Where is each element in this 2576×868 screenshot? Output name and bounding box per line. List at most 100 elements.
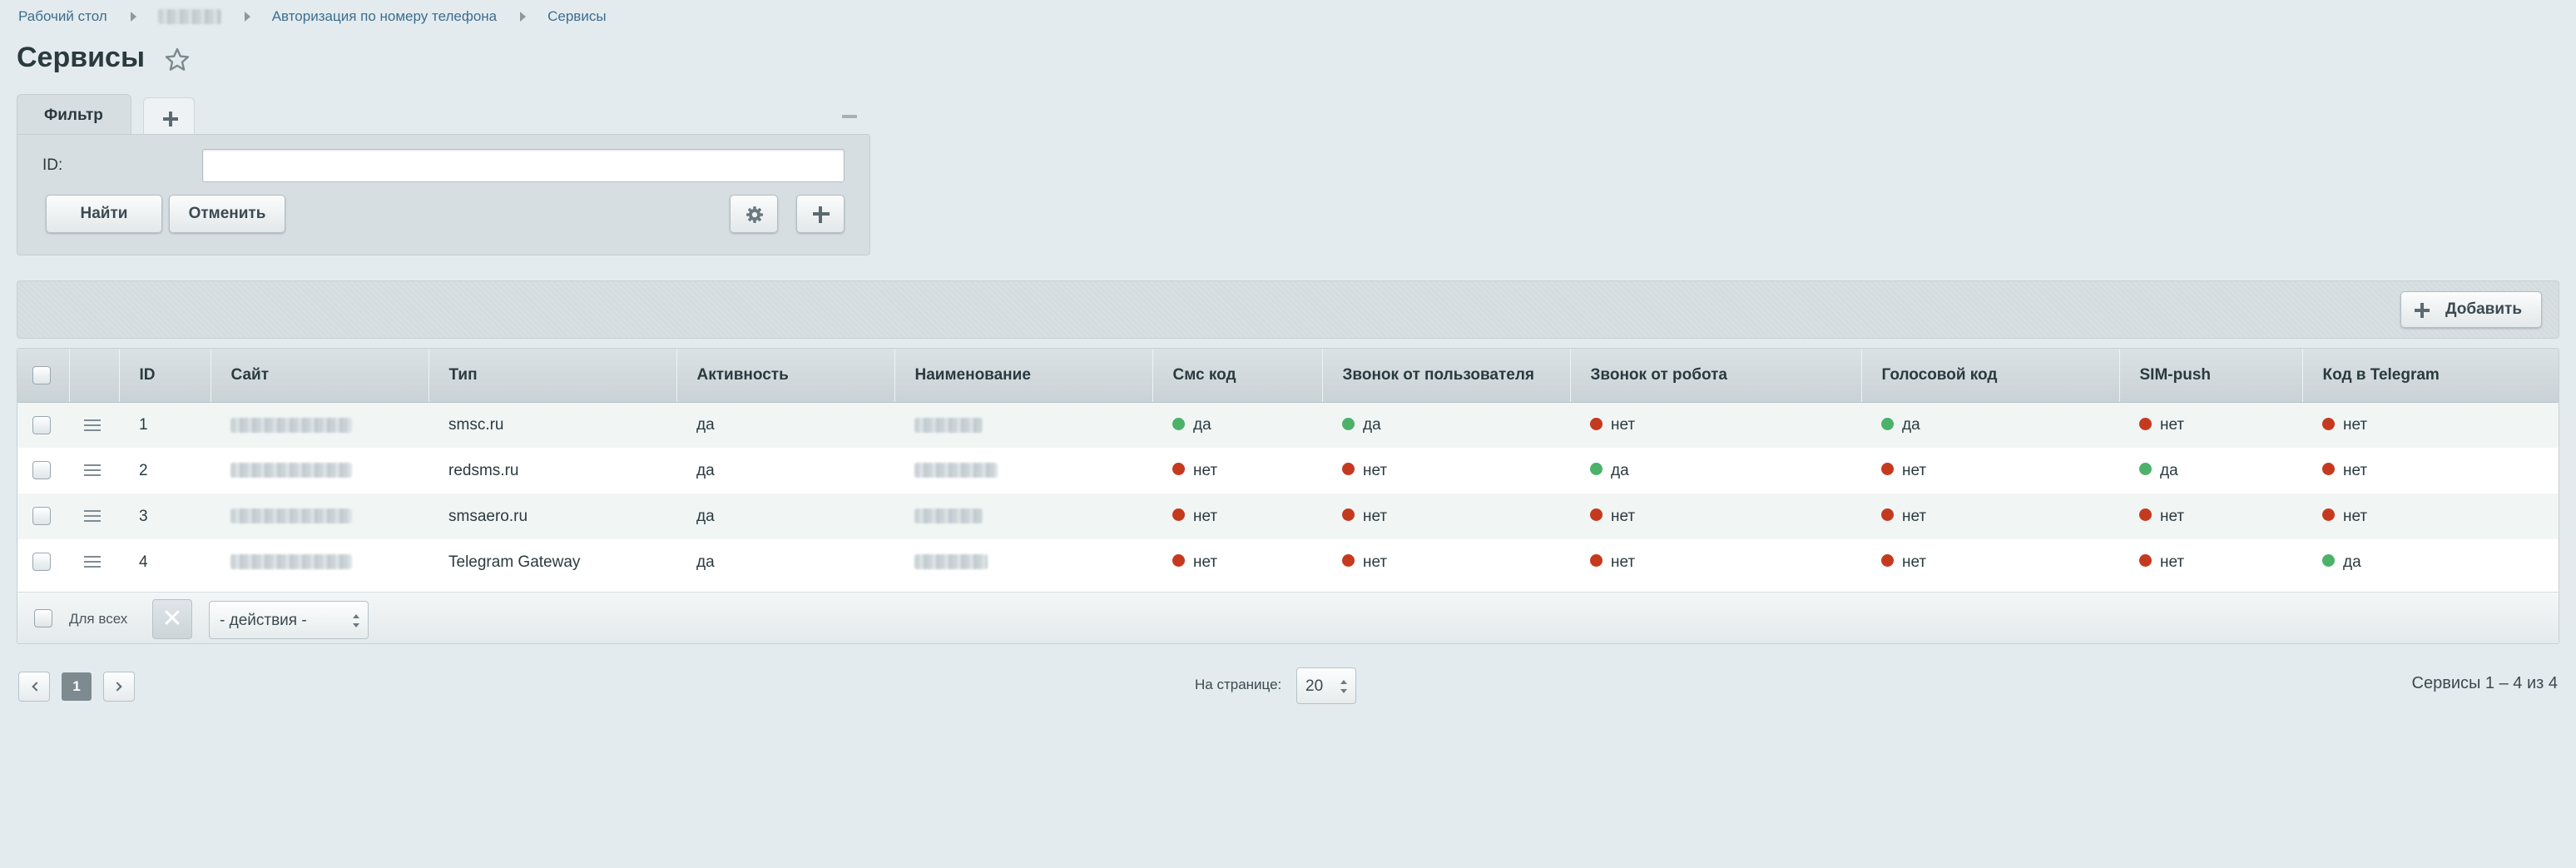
- site-redacted: [230, 417, 352, 433]
- table-header-row: ID Сайт Тип Активность Наименование Смс …: [17, 349, 2559, 403]
- header-name[interactable]: Наименование: [894, 349, 1153, 403]
- cell-active: да: [696, 461, 715, 479]
- cell-type: redsms.ru: [448, 461, 519, 479]
- row-checkbox[interactable]: [32, 507, 51, 526]
- current-page[interactable]: 1: [62, 672, 92, 701]
- filter-panel: ID: Найти Отменить: [17, 134, 870, 255]
- cell-id: 4: [139, 553, 148, 571]
- cell-telegram-code: да: [2302, 539, 2559, 585]
- row-checkbox[interactable]: [32, 415, 51, 434]
- header-user-call[interactable]: Звонок от пользователя: [1322, 349, 1571, 403]
- for-all-checkbox[interactable]: [34, 609, 52, 627]
- status-text: нет: [1611, 553, 1636, 571]
- cell-active: да: [696, 553, 715, 571]
- cell-type: Telegram Gateway: [448, 553, 581, 571]
- menu-icon[interactable]: [84, 464, 101, 477]
- status-text: да: [1611, 461, 1629, 479]
- menu-icon[interactable]: [84, 556, 101, 568]
- cell-sim-push: нет: [2119, 539, 2302, 585]
- cell-site: [211, 402, 429, 448]
- header-type[interactable]: Тип: [429, 349, 677, 403]
- cell-site: [211, 494, 429, 539]
- site-redacted: [230, 508, 352, 524]
- status-text: нет: [2343, 507, 2368, 525]
- breadcrumb-hidden-item[interactable]: [157, 9, 221, 24]
- row-menu-cell: [69, 402, 119, 448]
- menu-icon[interactable]: [84, 510, 101, 523]
- table-row[interactable]: 1 smsc.ru да да да нет да нет нет: [17, 402, 2559, 448]
- status-text: нет: [2160, 553, 2185, 571]
- header-active[interactable]: Активность: [676, 349, 895, 403]
- cell-name: [894, 448, 1152, 494]
- header-select-all: [17, 349, 70, 403]
- name-redacted: [914, 463, 998, 479]
- status-dot-icon: [2139, 508, 2152, 522]
- add-filter-tab-button[interactable]: [143, 97, 195, 134]
- status-dot-icon: [2322, 508, 2335, 522]
- row-menu-cell: [69, 448, 119, 494]
- minimize-icon[interactable]: [842, 115, 857, 118]
- site-redacted: [230, 463, 352, 479]
- per-page-select[interactable]: 20: [1296, 667, 1356, 704]
- row-menu-cell: [69, 539, 119, 585]
- cell-voice-code: нет: [1861, 448, 2119, 494]
- cell-voice-code: нет: [1861, 494, 2119, 539]
- cell-user-call: нет: [1322, 539, 1570, 585]
- menu-icon[interactable]: [84, 419, 101, 431]
- cell-sms-code: нет: [1152, 448, 1322, 494]
- prev-page-button[interactable]: [18, 672, 50, 702]
- select-arrows-icon: [353, 614, 359, 627]
- header-robot-call[interactable]: Звонок от робота: [1570, 349, 1862, 403]
- filter-settings-button[interactable]: [730, 195, 778, 233]
- status-dot-icon: [1172, 417, 1185, 430]
- header-sms-code[interactable]: Смс код: [1152, 349, 1323, 403]
- cell-active: да: [696, 507, 715, 525]
- status-text: нет: [1902, 553, 1927, 571]
- next-page-button[interactable]: [103, 672, 135, 702]
- actions-select[interactable]: - действия -: [209, 601, 369, 639]
- id-input[interactable]: [202, 149, 845, 182]
- header-sim-push[interactable]: SIM-push: [2119, 349, 2303, 403]
- status-dot-icon: [1342, 417, 1355, 430]
- tab-filter[interactable]: Фильтр: [17, 94, 131, 134]
- add-button[interactable]: Добавить: [2400, 291, 2542, 328]
- row-checkbox[interactable]: [32, 553, 51, 572]
- status-text: нет: [1902, 507, 1927, 525]
- select-all-checkbox[interactable]: [32, 365, 51, 384]
- star-icon[interactable]: [164, 47, 191, 73]
- add-filter-field-button[interactable]: [796, 195, 845, 233]
- cell-telegram-code: нет: [2302, 448, 2559, 494]
- actions-select-value: - действия -: [220, 612, 307, 629]
- find-button[interactable]: Найти: [46, 195, 162, 233]
- cell-robot-call: нет: [1570, 494, 1861, 539]
- status-dot-icon: [1590, 554, 1603, 568]
- cancel-button[interactable]: Отменить: [169, 195, 285, 233]
- header-site[interactable]: Сайт: [211, 349, 429, 403]
- row-select-cell: [17, 539, 69, 585]
- header-telegram-code[interactable]: Код в Telegram: [2302, 349, 2559, 403]
- breadcrumb-desktop[interactable]: Рабочий стол: [18, 8, 107, 25]
- chevron-right-icon: [112, 682, 122, 692]
- status-text: нет: [1363, 507, 1388, 525]
- row-checkbox[interactable]: [32, 461, 51, 480]
- per-page-label: На странице:: [1195, 677, 1282, 692]
- breadcrumb-phone-auth[interactable]: Авторизация по номеру телефона: [272, 8, 497, 25]
- cell-telegram-code: нет: [2302, 402, 2559, 448]
- breadcrumb-services[interactable]: Сервисы: [547, 8, 606, 25]
- status-text: нет: [1363, 461, 1388, 479]
- name-redacted: [914, 554, 988, 570]
- status-dot-icon: [1172, 554, 1185, 568]
- status-text: да: [1193, 415, 1211, 434]
- range-info: Сервисы 1 – 4 из 4: [2411, 674, 2558, 692]
- header-voice-code[interactable]: Голосовой код: [1861, 349, 2120, 403]
- status-dot-icon: [1342, 554, 1355, 568]
- per-page-value: 20: [1305, 677, 1324, 695]
- table-row[interactable]: 4 Telegram Gateway да нет нет нет нет нет да: [17, 539, 2559, 585]
- header-id[interactable]: ID: [119, 349, 211, 403]
- breadcrumb: Рабочий стол Авторизация по номеру телеф…: [18, 7, 607, 27]
- table-row[interactable]: 2 redsms.ru да нет нет да нет да нет: [17, 448, 2559, 494]
- status-dot-icon: [2322, 554, 2335, 568]
- delete-button[interactable]: ✕: [152, 599, 192, 639]
- cell-site: [211, 539, 429, 585]
- table-row[interactable]: 3 smsaero.ru да нет нет нет нет нет нет: [17, 494, 2559, 539]
